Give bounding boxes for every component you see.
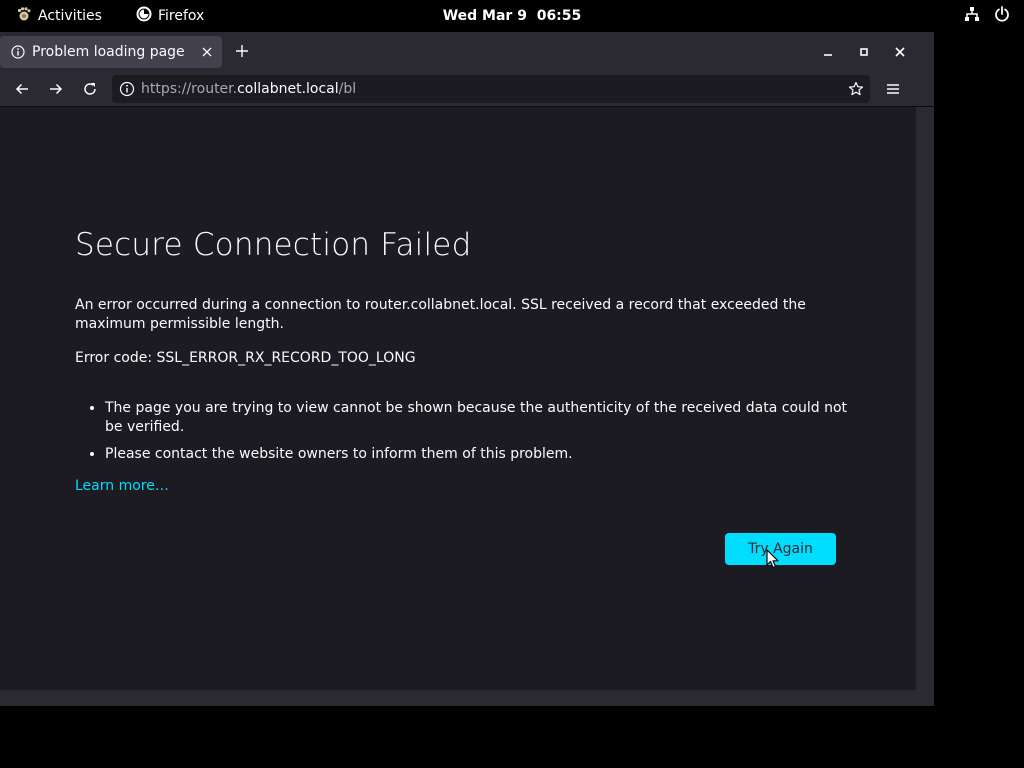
bookmark-star-button[interactable] [848,81,864,97]
maximize-button[interactable] [854,40,874,64]
list-item: Please contact the website owners to inf… [105,445,865,464]
site-info-icon[interactable] [119,81,135,97]
firefox-icon [136,6,152,26]
minimize-button[interactable] [818,40,838,64]
new-tab-button[interactable] [232,42,252,62]
system-status-area[interactable] [964,0,1010,32]
window-controls [818,40,910,64]
star-icon [848,81,864,96]
learn-more-link[interactable]: Learn more… [75,478,169,494]
error-page: Secure Connection Failed An error occurr… [0,107,916,690]
activities-button[interactable]: Activities [16,0,102,32]
close-icon[interactable] [202,47,212,57]
gnome-foot-icon [16,6,32,26]
error-bullet-list: The page you are trying to view cannot b… [75,399,865,472]
url-prefix: https://router. [141,81,238,97]
network-icon [964,6,980,26]
reload-icon [84,83,96,95]
menu-icon [887,84,899,94]
clock[interactable]: Wed Mar 9 06:55 [443,8,582,24]
tab-title: Problem loading page [32,44,185,60]
gnome-top-bar: Activities Firefox Wed Mar 9 06:55 [0,0,1024,32]
info-icon [11,45,25,59]
close-window-icon [895,47,905,57]
page-title: Secure Connection Failed [75,227,472,263]
maximize-icon [860,48,868,56]
navigation-toolbar: https://router.collabnet.local/bl [0,72,934,107]
plus-icon [235,43,249,62]
url-suffix: /bl [338,81,357,97]
tab-bar: Problem loading page [0,32,934,72]
url-bar[interactable]: https://router.collabnet.local/bl [112,75,870,103]
try-again-button[interactable]: Try Again [725,533,836,565]
tab-problem-loading[interactable]: Problem loading page [0,36,222,68]
close-window-button[interactable] [890,40,910,64]
minimize-icon [824,54,832,56]
reload-button[interactable] [78,77,102,101]
vertical-scrollbar[interactable] [916,107,934,690]
forward-button[interactable] [44,77,68,101]
app-name-label: Firefox [158,8,205,24]
url-text[interactable]: https://router.collabnet.local/bl [141,81,848,97]
list-item: The page you are trying to view cannot b… [105,399,865,437]
activities-label: Activities [38,8,102,24]
error-code: Error code: SSL_ERROR_RX_RECORD_TOO_LONG [75,350,416,366]
app-menu-firefox[interactable]: Firefox [136,0,204,32]
forward-icon [50,83,63,95]
horizontal-scrollbar[interactable] [0,690,934,706]
app-menu-button[interactable] [881,77,905,101]
firefox-window: Problem loading page https://router.coll… [0,32,934,706]
power-icon [994,6,1010,26]
back-icon [15,83,28,95]
error-description: An error occurred during a connection to… [75,297,806,332]
url-host: collabnet.local [237,81,339,97]
back-button[interactable] [10,77,34,101]
